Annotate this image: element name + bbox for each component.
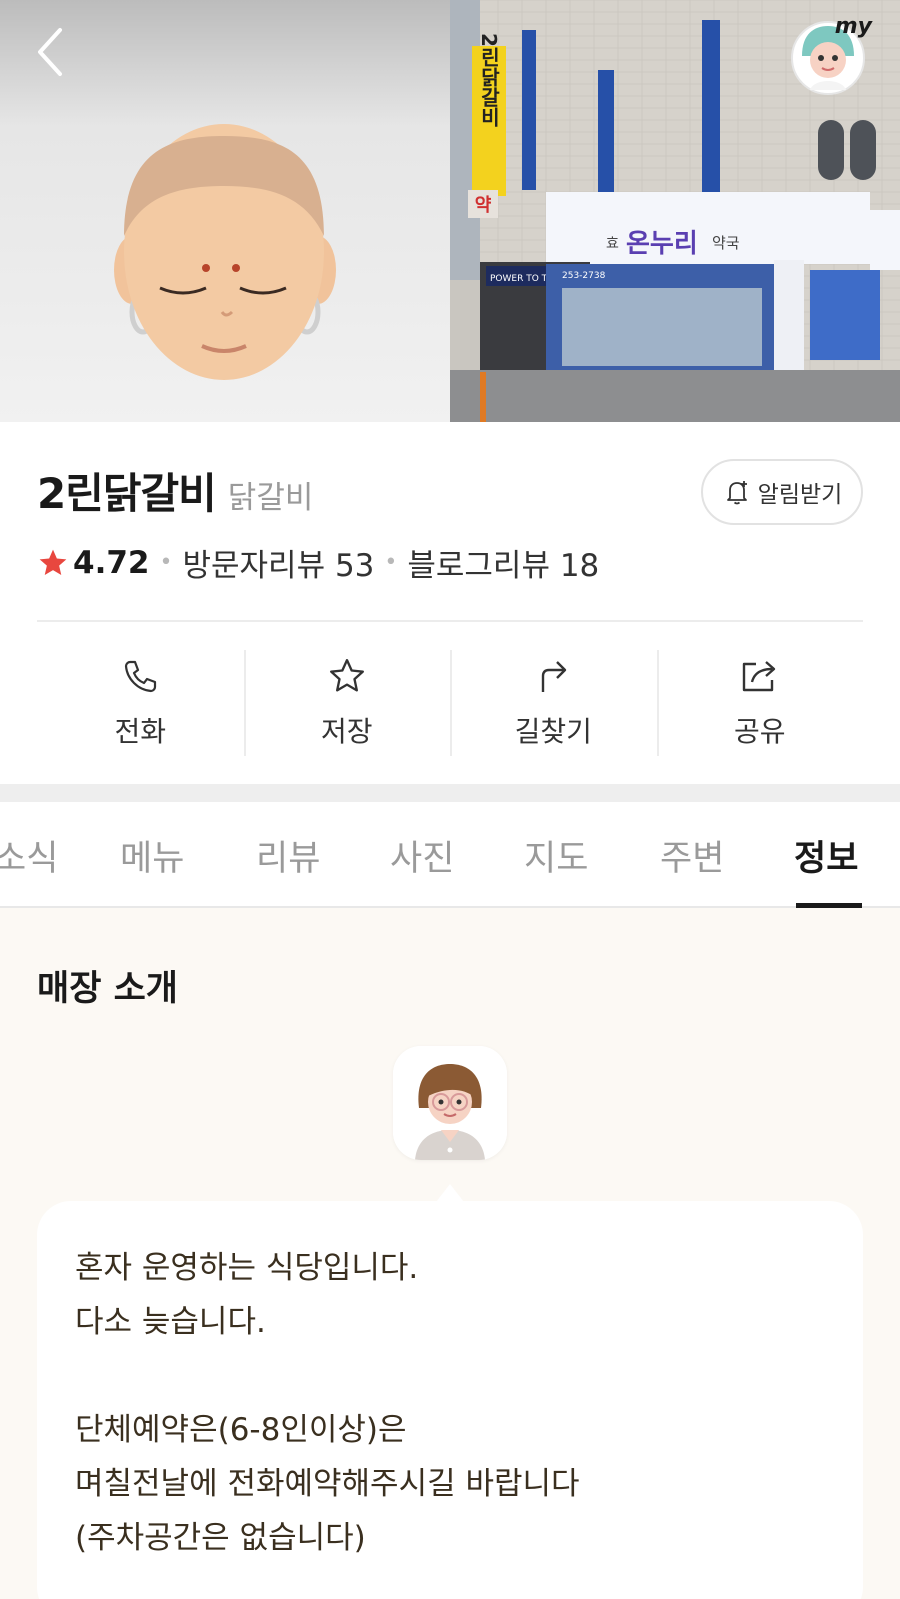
rating-score: 4.72 bbox=[73, 544, 150, 581]
store-title-row: 2린닭갈비 닭갈비 bbox=[37, 460, 313, 521]
visitor-review-link[interactable]: 방문자리뷰 53 bbox=[182, 540, 374, 585]
hero-gallery[interactable]: 2린닭갈비 약 효 온누리 약국 POWER TO THE PEOPLE 253… bbox=[0, 0, 900, 422]
owner-avatar-icon bbox=[393, 1046, 507, 1160]
notify-label: 알림받기 bbox=[757, 482, 843, 508]
pharmacy-name-text: 온누리 bbox=[626, 229, 698, 259]
bubble-tail bbox=[436, 1184, 464, 1202]
star-icon bbox=[329, 659, 364, 692]
directions-icon bbox=[542, 661, 567, 692]
tab-reviews[interactable]: 리뷰 bbox=[256, 830, 320, 881]
my-profile-button[interactable]: my bbox=[788, 12, 872, 96]
tab-map[interactable]: 지도 bbox=[524, 830, 588, 881]
action-label: 공유 bbox=[733, 715, 786, 748]
tab-bar: 소식 메뉴 리뷰 사진 지도 주변 정보 bbox=[0, 802, 900, 908]
phone-icon bbox=[125, 660, 157, 693]
vertical-sign-text: 2린닭갈비 bbox=[477, 33, 501, 128]
blog-review-link[interactable]: 블로그리뷰 18 bbox=[407, 540, 599, 585]
store-name: 2린닭갈비 bbox=[37, 469, 217, 518]
intro-bubble: 혼자 운영하는 식당입니다. 다소 늦습니다. 단체예약은(6-8인이상)은 며… bbox=[37, 1201, 863, 1599]
tab-menu[interactable]: 메뉴 bbox=[120, 830, 184, 881]
call-button[interactable]: 전화 bbox=[37, 650, 244, 756]
intro-line: (주차공간은 없습니다) bbox=[75, 1520, 366, 1556]
share-button[interactable]: 공유 bbox=[656, 650, 864, 756]
intro-line: 며칠전날에 전화예약해주시길 바랍니다 bbox=[75, 1466, 580, 1502]
owner-avatar bbox=[393, 1046, 507, 1160]
tab-nearby[interactable]: 주변 bbox=[660, 830, 724, 881]
action-label: 저장 bbox=[320, 715, 373, 748]
section-separator bbox=[0, 784, 900, 802]
chevron-left-icon bbox=[38, 28, 62, 76]
phone-sign-text: 253-2738 bbox=[562, 271, 606, 281]
action-bar: 전화 저장 길찾기 공유 bbox=[37, 650, 863, 756]
intro-line: 다소 늦습니다. bbox=[75, 1304, 266, 1340]
tab-news[interactable]: 소식 bbox=[0, 830, 58, 881]
star-filled-icon bbox=[39, 549, 67, 575]
tab-photos[interactable]: 사진 bbox=[390, 830, 454, 881]
info-content: 매장 소개 혼자 운영하는 식당입니다. 다소 늦습니다. 단체예약은(6-8인… bbox=[0, 908, 900, 1599]
storefront-photo[interactable]: 2린닭갈비 약 효 온누리 약국 POWER TO THE PEOPLE 253… bbox=[450, 0, 900, 422]
share-icon bbox=[742, 661, 775, 692]
bell-plus-icon bbox=[726, 481, 747, 505]
store-category: 닭갈비 bbox=[227, 480, 314, 516]
pharmacy-prefix-text: 효 bbox=[606, 236, 619, 252]
back-button[interactable] bbox=[30, 24, 74, 80]
hero-avatar-image[interactable] bbox=[0, 0, 450, 422]
intro-line bbox=[75, 1349, 825, 1403]
separator-dot: • bbox=[384, 550, 398, 575]
separator-dot: • bbox=[159, 550, 173, 575]
action-label: 전화 bbox=[114, 715, 167, 748]
my-badge: my bbox=[834, 14, 872, 39]
section-title: 매장 소개 bbox=[37, 969, 178, 1009]
intro-line: 혼자 운영하는 식당입니다. bbox=[75, 1250, 419, 1286]
action-label: 길찾기 bbox=[514, 715, 592, 748]
tab-info[interactable]: 정보 bbox=[794, 830, 858, 881]
directions-button[interactable]: 길찾기 bbox=[450, 650, 657, 756]
divider bbox=[37, 620, 863, 622]
pharmacy-small-sign: 약 bbox=[475, 194, 492, 216]
place-detail-page: 2린닭갈비 약 효 온누리 약국 POWER TO THE PEOPLE 253… bbox=[0, 0, 900, 1599]
notify-button[interactable]: 알림받기 bbox=[701, 459, 863, 525]
save-button[interactable]: 저장 bbox=[243, 650, 451, 756]
intro-line: 단체예약은(6-8인이상)은 bbox=[75, 1412, 407, 1448]
pharmacy-suffix-text: 약국 bbox=[712, 234, 740, 252]
rating-row: 4.72 • 방문자리뷰 53 • 블로그리뷰 18 bbox=[37, 540, 599, 585]
